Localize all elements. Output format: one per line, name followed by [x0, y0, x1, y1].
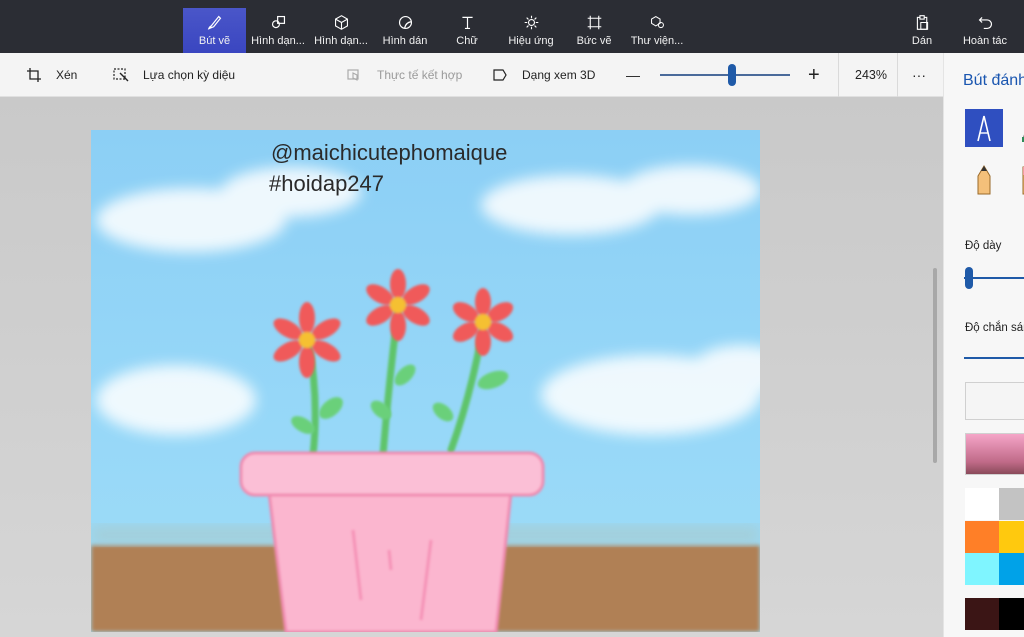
effects-icon	[524, 15, 538, 30]
3d-library-icon	[650, 15, 664, 29]
opacity-label: Độ chắn sáng	[965, 322, 1024, 334]
tool-text[interactable]: Chữ	[446, 8, 488, 53]
vertical-scrollbar[interactable]	[933, 268, 937, 463]
tool-effects[interactable]: Hiệu ứng	[503, 8, 559, 53]
marker-brush-button[interactable]	[965, 109, 1003, 147]
color-swatch[interactable]	[965, 488, 999, 520]
tool-label: Hiệu ứng	[508, 35, 554, 47]
undo-button[interactable]: Hoàn tác	[958, 8, 1012, 53]
tool-3d-shapes[interactable]: Hình dạn...	[310, 8, 372, 53]
zoom-plus: +	[808, 63, 820, 86]
brush-side-panel: Bút đánh dấu Độ dày Độ chắn sáng	[943, 53, 1024, 637]
text-icon	[461, 16, 473, 30]
canvas-text-handle: @maichicutephomaique	[271, 140, 507, 165]
zoom-slider-track[interactable]	[660, 74, 790, 76]
panel-title: Bút đánh dấu	[963, 72, 1024, 89]
mixed-reality-icon	[347, 69, 359, 81]
color-swatch[interactable]	[965, 553, 999, 585]
view-3d-label: Dạng xem 3D	[522, 68, 596, 82]
drawing-canvas[interactable]: @maichicutephomaique #hoidap247	[91, 130, 760, 632]
color-swatch[interactable]	[965, 598, 999, 630]
tool-stickers[interactable]: Hình dán	[376, 8, 434, 53]
stickers-icon	[398, 15, 412, 30]
crop-label: Xén	[56, 68, 78, 82]
color-swatch[interactable]	[965, 521, 999, 553]
thickness-slider-track[interactable]	[964, 277, 1024, 279]
zoom-in-button[interactable]: +	[808, 53, 820, 97]
tool-label: Hình dạn...	[251, 35, 305, 47]
zoom-out-button[interactable]: —	[626, 53, 640, 97]
2d-shapes-icon	[271, 15, 285, 29]
paste-icon	[916, 15, 928, 30]
color-swatch[interactable]	[999, 598, 1024, 630]
canvas-icon	[587, 15, 601, 30]
color-swatch[interactable]	[999, 521, 1024, 553]
pencil-icon	[977, 165, 991, 195]
color-preview-gradient[interactable]	[965, 433, 1024, 475]
mixed-reality-label: Thực tế kết hợp	[377, 68, 463, 82]
magic-select-icon	[113, 68, 129, 82]
command-bar: Xén Lựa chọn kỳ diệu Thực tế kết hợp Dạn…	[0, 53, 943, 97]
eraser-button[interactable]	[1010, 161, 1024, 199]
crop-icon	[27, 68, 41, 82]
color-swatch[interactable]	[999, 553, 1024, 585]
calligraphy-pen-icon	[1022, 134, 1024, 142]
view-3d-button[interactable]: Dạng xem 3D	[492, 53, 595, 97]
mixed-reality-button[interactable]: Thực tế kết hợp	[347, 53, 462, 97]
more-icon: ···	[912, 67, 926, 83]
tool-canvas[interactable]: Bức vẽ	[573, 8, 615, 53]
magic-select-label: Lựa chọn kỳ diệu	[143, 68, 236, 82]
flower-pot	[239, 451, 545, 632]
zoom-minus: —	[626, 67, 640, 83]
tool-label: Thư viện...	[630, 35, 684, 47]
eraser-icon	[1022, 166, 1024, 195]
thickness-slider-thumb[interactable]	[965, 267, 973, 289]
tool-brushes[interactable]: Bút vẽ	[183, 8, 246, 53]
zoom-level[interactable]: 243%	[855, 53, 887, 97]
tool-2d-shapes[interactable]: Hình dạn...	[248, 8, 308, 53]
thickness-label: Độ dày	[965, 240, 1002, 252]
color-swatch[interactable]	[999, 488, 1024, 520]
calligraphy-pen-button[interactable]	[1010, 109, 1024, 147]
more-options-button[interactable]: ···	[912, 53, 926, 97]
marker-icon	[977, 115, 991, 142]
divider	[897, 53, 898, 97]
tool-label: Bút vẽ	[198, 35, 231, 47]
tool-3d-library[interactable]: Thư viện...	[627, 8, 687, 53]
tool-label: Hình dạn...	[314, 35, 368, 47]
clouds	[96, 165, 760, 435]
pencil-button[interactable]	[965, 161, 1003, 199]
divider	[838, 53, 839, 97]
crop-button[interactable]: Xén	[26, 53, 77, 97]
brushes-icon	[207, 15, 222, 30]
tool-label: Chữ	[456, 35, 478, 47]
undo-label: Hoàn tác	[962, 35, 1008, 47]
current-color-box[interactable]	[965, 382, 1024, 420]
paste-button[interactable]: Dán	[904, 8, 940, 53]
undo-icon	[978, 16, 992, 30]
3d-shapes-icon	[334, 15, 348, 30]
magic-select-button[interactable]: Lựa chọn kỳ diệu	[113, 53, 235, 97]
top-ribbon: Bút vẽ Hình dạn... Hình dạn... Hình dán …	[0, 0, 1024, 53]
view-3d-icon	[493, 69, 507, 81]
tool-label: Bức vẽ	[576, 35, 612, 47]
zoom-slider-thumb[interactable]	[727, 64, 736, 86]
canvas-text-hashtag: #hoidap247	[269, 171, 384, 196]
canvas-drawing: @maichicutephomaique #hoidap247	[91, 140, 760, 632]
paste-label: Dán	[911, 35, 933, 47]
opacity-slider-track[interactable]	[964, 357, 1024, 359]
zoom-level-value: 243%	[855, 68, 887, 82]
tool-label: Hình dán	[382, 35, 428, 47]
